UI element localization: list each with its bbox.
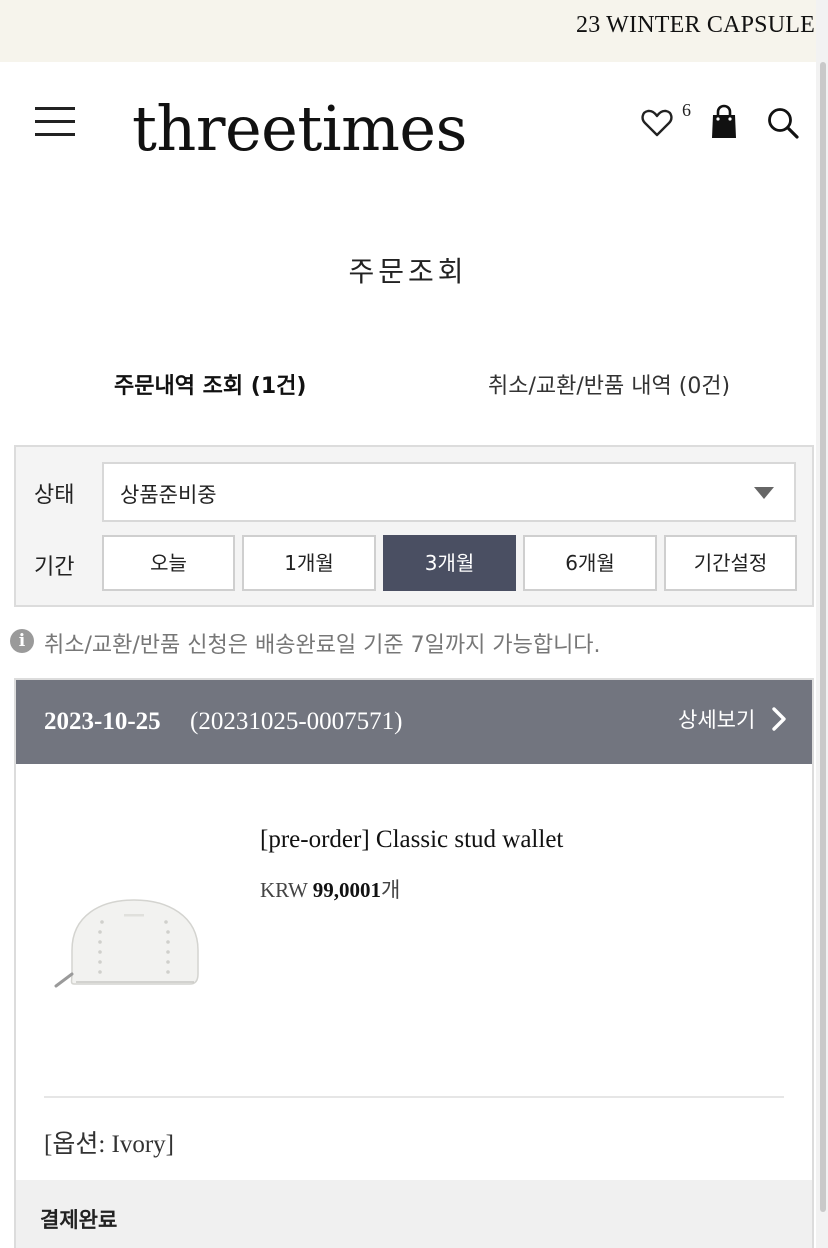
period-button-3-months[interactable]: 3개월 xyxy=(383,535,516,591)
chevron-down-icon xyxy=(754,487,774,499)
announcement-text[interactable]: 23 WINTER CAPSULE C xyxy=(576,12,828,39)
order-date: 2023-10-25 xyxy=(44,708,161,735)
site-header: threetimes 6 xyxy=(0,62,816,186)
quantity-value: 1 xyxy=(370,878,381,902)
scrollbar[interactable] xyxy=(816,0,828,1248)
payment-status: 결제완료 xyxy=(40,1208,118,1232)
wishlist-count: 6 xyxy=(682,100,691,120)
divider xyxy=(44,1096,784,1098)
price-amount: 99,000 xyxy=(312,878,371,902)
period-button-1-month[interactable]: 1개월 xyxy=(242,535,376,591)
order-number: (20231025-0007571) xyxy=(190,708,403,735)
quantity-unit: 개 xyxy=(380,878,401,902)
period-button-custom[interactable]: 기간설정 xyxy=(664,535,797,591)
search-icon[interactable] xyxy=(766,106,800,140)
product-name[interactable]: [pre-order] Classic stud wallet xyxy=(260,826,563,854)
site-logo[interactable]: threetimes xyxy=(132,92,467,165)
order-detail-label: 상세보기 xyxy=(678,708,756,732)
status-select-value: 상품준비중 xyxy=(120,483,217,507)
status-select[interactable]: 상품준비중 xyxy=(102,462,796,522)
product-image[interactable] xyxy=(50,886,200,1002)
period-button-6-months[interactable]: 6개월 xyxy=(523,535,657,591)
chevron-right-icon xyxy=(772,707,786,731)
heart-icon[interactable] xyxy=(640,106,674,140)
info-icon: i xyxy=(10,629,34,653)
product-option: [옵션: Ivory] xyxy=(44,1131,174,1158)
order-detail-link[interactable]: 상세보기 xyxy=(678,704,788,734)
return-policy-notice: i 취소/교환/반품 신청은 배송완료일 기준 7일까지 가능합니다. xyxy=(10,626,810,658)
notice-text: 취소/교환/반품 신청은 배송완료일 기준 7일까지 가능합니다. xyxy=(44,633,601,658)
tab-cancel-exchange-return[interactable]: 취소/교환/반품 내역 (0건) xyxy=(488,368,730,400)
order-filter-panel: 상태 상품준비중 기간 오늘 1개월 3개월 6개월 기간설정 xyxy=(14,445,814,607)
order-tabs: 주문내역 조회 (1건) 취소/교환/반품 내역 (0건) xyxy=(0,362,816,402)
shopping-bag-icon[interactable] xyxy=(708,104,740,140)
scrollbar-thumb[interactable] xyxy=(820,62,826,1212)
payment-status-bar: 결제완료 xyxy=(16,1180,812,1248)
page-title: 주문조회 xyxy=(348,255,468,288)
tab-order-history[interactable]: 주문내역 조회 (1건) xyxy=(114,368,306,400)
period-label: 기간 xyxy=(34,555,75,580)
order-card: 2023-10-25 (20231025-0007571) 상세보기 [pre-… xyxy=(14,678,814,1248)
product-price: KRW 99,0001개 xyxy=(260,874,400,904)
status-label: 상태 xyxy=(34,483,75,508)
announcement-bar: 23 WINTER CAPSULE C xyxy=(0,0,828,62)
period-button-today[interactable]: 오늘 xyxy=(102,535,235,591)
order-header: 2023-10-25 (20231025-0007571) 상세보기 xyxy=(16,680,812,764)
price-currency: KRW xyxy=(260,878,308,902)
menu-icon[interactable] xyxy=(35,107,75,137)
